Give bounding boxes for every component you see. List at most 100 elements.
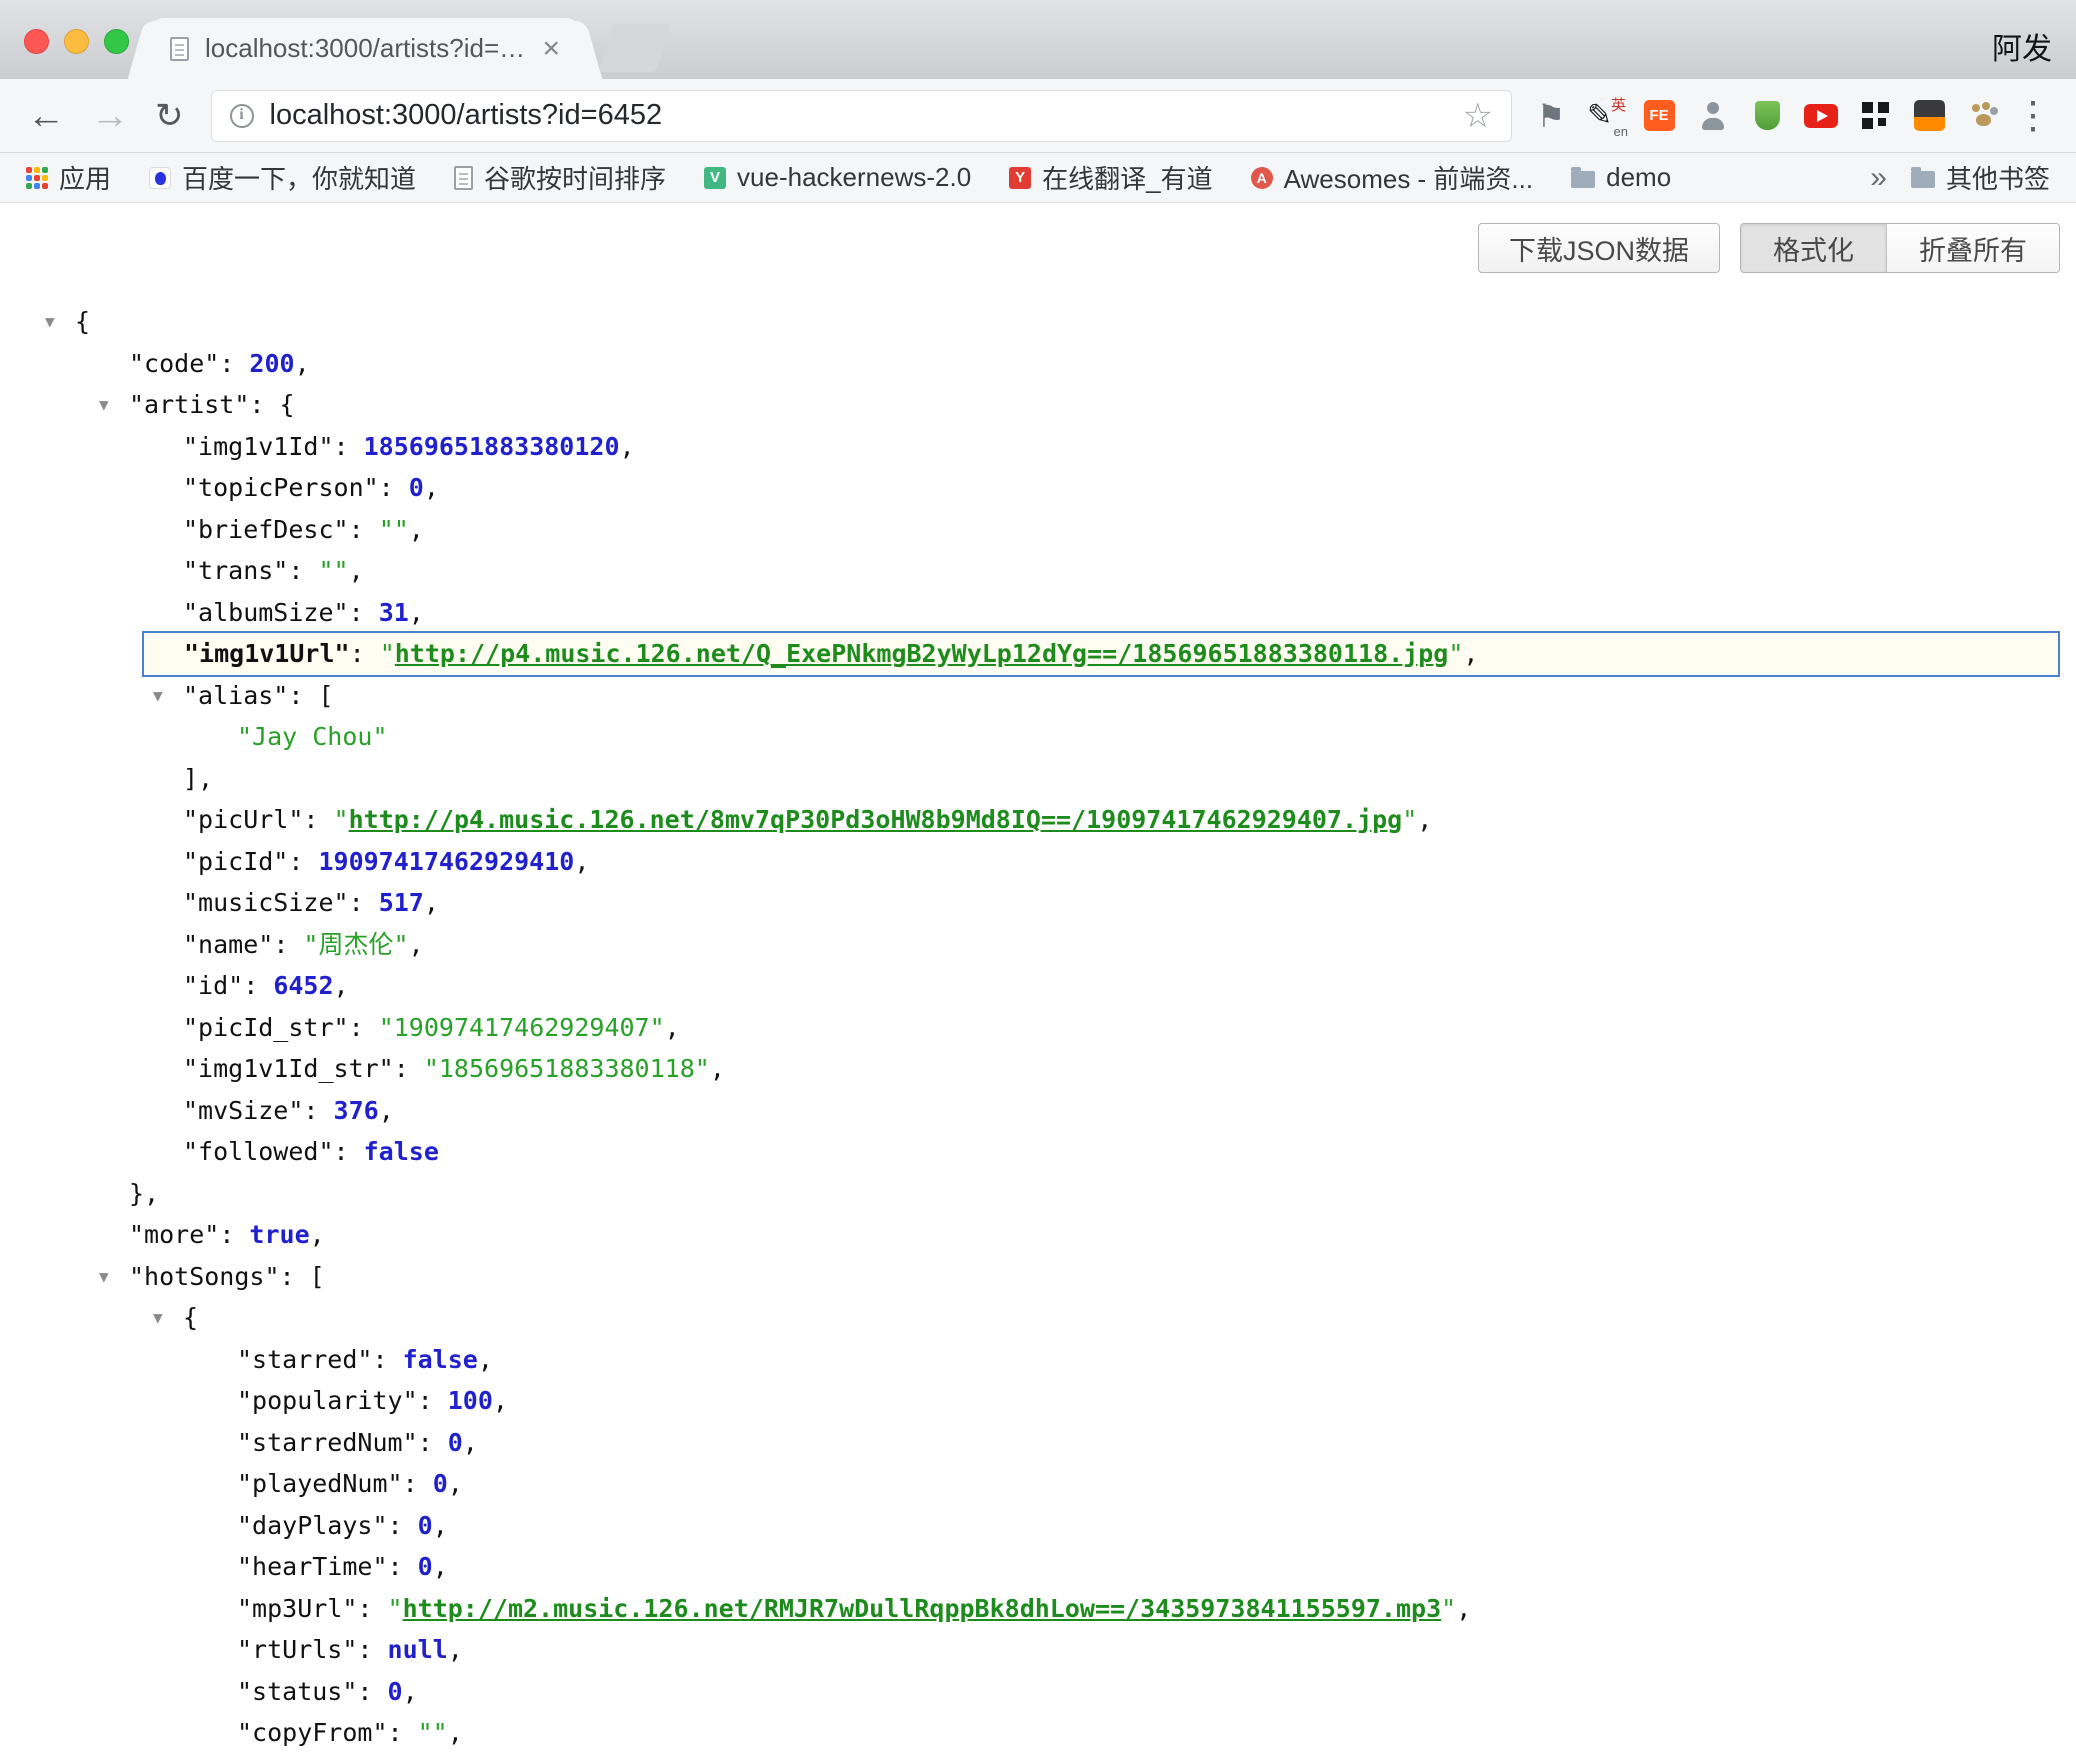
json-token: , — [334, 971, 349, 1000]
profile-extension-button[interactable] — [1692, 94, 1734, 138]
close-window-button[interactable] — [24, 29, 49, 54]
json-token: "starred" — [237, 1345, 372, 1374]
fe-extension-button[interactable]: FE — [1638, 94, 1680, 138]
json-line: "starred": false, — [0, 1339, 2076, 1381]
json-token: "picId_str" — [183, 1013, 349, 1042]
reload-button[interactable]: ↻ — [155, 99, 184, 133]
json-line: "id": 6452, — [0, 965, 2076, 1007]
url-text[interactable]: localhost:3000/artists?id=6452 — [270, 99, 1463, 132]
json-token: true — [249, 1220, 309, 1249]
collapse-toggle-icon[interactable]: ▼ — [45, 301, 55, 343]
qrcode-extension-button[interactable] — [1854, 94, 1896, 138]
json-line: "img1v1Id": 18569651883380120, — [0, 426, 2076, 468]
json-url-link[interactable]: http://m2.music.126.net/RMJR7wDullRqppBk… — [403, 1594, 1442, 1623]
json-line: }, — [0, 1173, 2076, 1215]
browser-tab[interactable]: localhost:3000/artists?id=645 × — [150, 18, 580, 79]
bookmark-baidu[interactable]: 百度一下，你就知道 — [149, 159, 416, 196]
shield-extension-button[interactable] — [1746, 94, 1788, 138]
json-token: : — [219, 1220, 249, 1249]
json-token: : — [372, 1345, 402, 1374]
json-token: : — [357, 1635, 387, 1664]
json-token: " — [380, 639, 395, 668]
json-token: "hearTime" — [237, 1552, 388, 1581]
collapse-all-button[interactable]: 折叠所有 — [1886, 224, 2059, 272]
json-token: : — [357, 1677, 387, 1706]
browser-menu-button[interactable]: ⋮ — [2014, 97, 2052, 135]
json-token: "img1v1Id_str" — [183, 1054, 394, 1083]
json-token: : — [334, 432, 364, 461]
json-token: "hotSongs" — [129, 1262, 280, 1291]
json-token: , — [424, 473, 439, 502]
fullscreen-window-button[interactable] — [104, 29, 129, 54]
json-line: "more": true, — [0, 1214, 2076, 1256]
json-token: , — [379, 1096, 394, 1125]
download-json-button[interactable]: 下载JSON数据 — [1478, 223, 1720, 273]
bookmark-vue-hackernews[interactable]: V vue-hackernews-2.0 — [704, 162, 971, 193]
json-token: : — [357, 1594, 387, 1623]
json-token: "followed" — [183, 1137, 334, 1166]
json-line: ], — [0, 758, 2076, 800]
json-token: : — [388, 1718, 418, 1747]
tab-strip: localhost:3000/artists?id=645 × 阿发 — [0, 0, 2076, 79]
json-token: , — [620, 432, 635, 461]
paw-extension-button[interactable] — [1962, 94, 2004, 138]
json-token: ], — [183, 764, 213, 793]
json-tree: ▼{"code": 200,▼"artist": {"img1v1Id": 18… — [0, 301, 2076, 1754]
profile-name[interactable]: 阿发 — [1992, 24, 2052, 68]
tab-close-icon[interactable]: × — [542, 32, 560, 66]
translate-extension-button[interactable]: ✎ 英 en — [1584, 94, 1626, 138]
bookmark-awesomes[interactable]: A Awesomes - 前端资... — [1251, 159, 1533, 196]
minimize-window-button[interactable] — [64, 29, 89, 54]
bookmark-label: 在线翻译_有道 — [1042, 159, 1212, 196]
json-token: : — [388, 1511, 418, 1540]
json-token: : — [273, 930, 303, 959]
tab-title: localhost:3000/artists?id=645 — [205, 33, 526, 64]
collapse-toggle-icon[interactable]: ▼ — [99, 1256, 109, 1298]
bookmark-youdao-translate[interactable]: Y 在线翻译_有道 — [1009, 159, 1212, 196]
json-token: : — [219, 349, 249, 378]
json-token: : [ — [280, 1262, 325, 1291]
json-line: "musicSize": 517, — [0, 882, 2076, 924]
bookmark-star-icon[interactable]: ☆ — [1463, 99, 1493, 133]
bookmark-apps[interactable]: 应用 — [26, 159, 111, 196]
json-token: 0 — [388, 1677, 403, 1706]
back-button[interactable]: ← — [27, 97, 65, 135]
json-token: , — [409, 930, 424, 959]
folder-icon — [1571, 171, 1595, 188]
json-token: : — [350, 639, 380, 668]
bookmarks-overflow-chevron[interactable]: » — [1870, 161, 1887, 195]
json-line: "playedNum": 0, — [0, 1463, 2076, 1505]
json-token: : — [394, 1054, 424, 1083]
bookmark-google-sort[interactable]: 谷歌按时间排序 — [454, 159, 666, 196]
json-token: 0 — [418, 1511, 433, 1540]
other-bookmarks-folder[interactable]: 其他书签 — [1911, 159, 2050, 196]
json-line: "img1v1Id_str": "18569651883380118", — [0, 1048, 2076, 1090]
vue-favicon: V — [704, 167, 726, 189]
json-token: "trans" — [183, 556, 288, 585]
json-line: "copyFrom": "", — [0, 1712, 2076, 1754]
json-line: "code": 200, — [0, 343, 2076, 385]
player-extension-button[interactable] — [1908, 94, 1950, 138]
flag-extension-button[interactable]: ⚑ — [1530, 94, 1572, 138]
collapse-toggle-icon[interactable]: ▼ — [153, 675, 163, 717]
bookmark-label: 其他书签 — [1946, 159, 2050, 196]
json-line: "starredNum": 0, — [0, 1422, 2076, 1464]
window-controls — [24, 29, 129, 54]
youtube-extension-button[interactable] — [1800, 94, 1842, 138]
json-token: "alias" — [183, 681, 288, 710]
page-info-icon[interactable] — [230, 104, 254, 128]
json-token: "artist" — [129, 390, 249, 419]
page-content: 下载JSON数据 格式化 折叠所有 ▼{"code": 200,▼"artist… — [0, 203, 2076, 1754]
collapse-toggle-icon[interactable]: ▼ — [153, 1297, 163, 1339]
translate-pen-icon: ✎ 英 en — [1587, 97, 1623, 135]
collapse-toggle-icon[interactable]: ▼ — [99, 384, 109, 426]
new-tab-button[interactable] — [598, 24, 672, 72]
address-bar[interactable]: localhost:3000/artists?id=6452 ☆ — [211, 90, 1513, 142]
bookmark-demo-folder[interactable]: demo — [1571, 162, 1671, 193]
json-line-highlighted: "img1v1Url": "http://p4.music.126.net/Q_… — [142, 631, 2060, 677]
json-token: , — [478, 1345, 493, 1374]
format-button[interactable]: 格式化 — [1741, 224, 1886, 272]
json-url-link[interactable]: http://p4.music.126.net/Q_ExePNkmgB2yWyL… — [395, 639, 1449, 668]
json-url-link[interactable]: http://p4.music.126.net/8mv7qP30Pd3oHW8b… — [349, 805, 1403, 834]
forward-button[interactable]: → — [91, 97, 129, 135]
